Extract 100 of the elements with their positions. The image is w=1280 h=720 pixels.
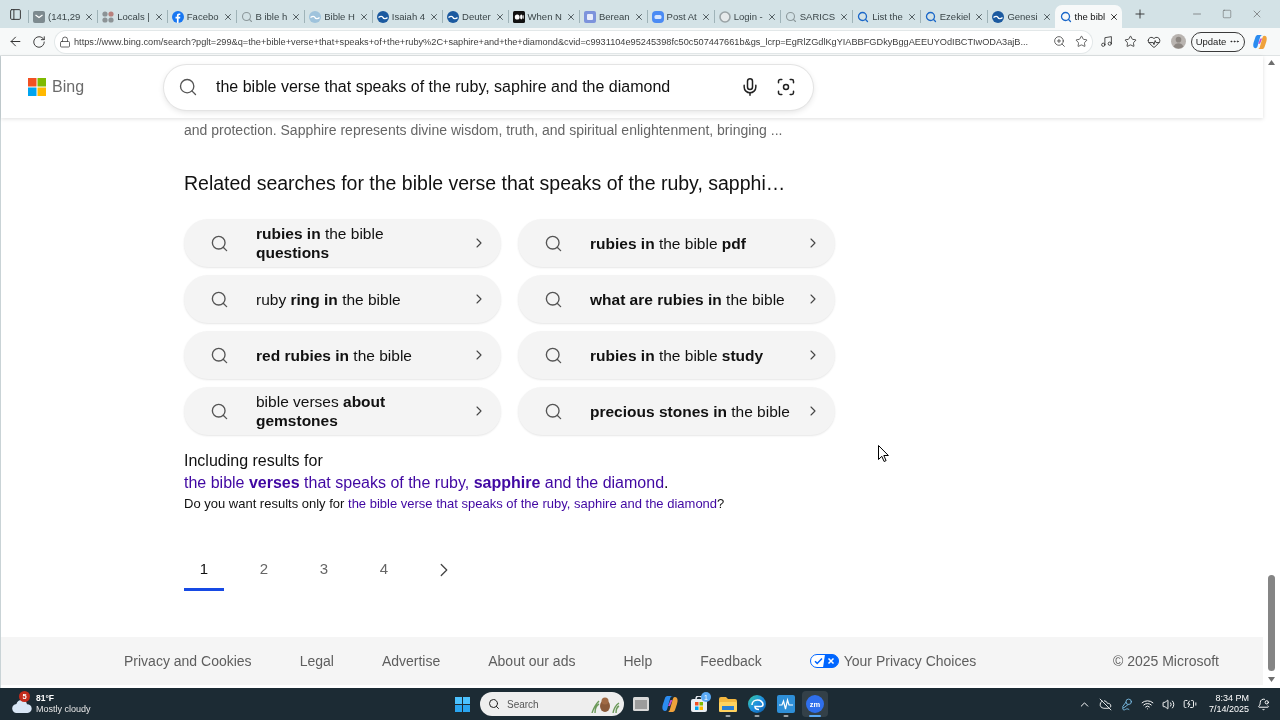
globe-icon: [309, 10, 322, 23]
browser-tab[interactable]: B ible h: [235, 5, 305, 28]
search-icon: [544, 401, 563, 421]
star-icon[interactable]: [1075, 35, 1088, 48]
page-link[interactable]: 1: [184, 556, 224, 591]
cloud-off-icon[interactable]: [1098, 697, 1112, 711]
browser-tab[interactable]: Locals |: [97, 5, 167, 28]
close-icon[interactable]: [839, 11, 850, 22]
favorites-icon[interactable]: [1123, 35, 1137, 48]
bubble-logo-icon: [651, 10, 664, 23]
mail-icon: [33, 10, 45, 23]
battery-icon[interactable]: [1182, 697, 1197, 711]
corrected-query-link[interactable]: the bible verses that speaks of the ruby, sapphire and the diamond: [184, 474, 665, 491]
close-icon[interactable]: [84, 11, 95, 22]
original-query-link[interactable]: the bible verse that speaks of the ruby, saphire and the diamond: [348, 496, 718, 511]
avatar-icon[interactable]: [1170, 34, 1186, 49]
page-link[interactable]: 3: [304, 556, 344, 591]
browser-tab[interactable]: Genesi: [987, 5, 1055, 28]
dots-icon: [102, 10, 115, 23]
browser-tab[interactable]: Berean: [578, 5, 647, 28]
footer-link[interactable]: Legal: [299, 653, 334, 669]
wave-logo-icon: [748, 695, 766, 713]
search-icon: [210, 289, 229, 309]
close-icon[interactable]: [291, 11, 302, 22]
footer-link[interactable]: Feedback: [700, 653, 762, 669]
down-arrow-icon: [1268, 677, 1275, 682]
related-search-link[interactable]: bible verses about gemstones: [184, 387, 501, 435]
close-icon[interactable]: [565, 11, 576, 22]
related-search-link[interactable]: ruby ring in the bible: [184, 275, 501, 323]
logo-text[interactable]: Bing: [52, 78, 85, 96]
clock-time[interactable]: 8:34 PM: [1215, 693, 1249, 704]
address-bar[interactable]: https://www.bing.com/search?pglt=299&q=the+bible+verse+that+speaks+of+the+ruby%2C+saphire+and+the+diamond&cvid=c9931104e95245398fc50c507447661b&gs_lcrp=EgRlZGdlKgYIABBFGDkyBggAEEUYOdIBCTIwODA3ajB...: [55, 30, 1092, 53]
round-logo-icon: [171, 10, 184, 23]
search-icon: [784, 10, 797, 23]
swirl-logo-icon[interactable]: [1252, 33, 1268, 50]
browser-tab[interactable]: Isaiah 4: [371, 5, 443, 28]
close-icon[interactable]: [1109, 11, 1120, 22]
related-search-link[interactable]: rubies in the bible questions: [184, 219, 501, 267]
visual-search-icon[interactable]: [776, 77, 796, 97]
browser-tab[interactable]: (141,29: [28, 5, 98, 28]
browser-tab[interactable]: SARICS: [779, 5, 853, 28]
clock-date[interactable]: 7/14/2025: [1208, 704, 1249, 715]
browser-tab[interactable]: Ezekiel: [919, 5, 988, 28]
footer-link[interactable]: Help: [623, 653, 653, 669]
browser-tab[interactable]: the bibl: [1054, 5, 1123, 28]
microphone-icon[interactable]: [740, 77, 760, 97]
four-squares-logo-icon: [28, 78, 46, 96]
related-search-link[interactable]: what are rubies in the bible: [518, 275, 835, 323]
search-box[interactable]: the bible verse that speaks of the ruby, saphire and the diamond: [164, 64, 813, 110]
close-icon[interactable]: [974, 11, 985, 22]
close-icon[interactable]: [429, 11, 440, 22]
search-icon: [924, 10, 937, 23]
zoom-icon[interactable]: [1053, 35, 1066, 48]
volume-icon[interactable]: [1161, 697, 1175, 711]
related-search-link[interactable]: rubies in the bible study: [518, 331, 835, 379]
cloud-icon[interactable]: [12, 700, 32, 713]
browser-tab[interactable]: List the: [852, 5, 920, 28]
close-icon[interactable]: [1041, 11, 1052, 22]
footer-link[interactable]: About our ads: [488, 653, 576, 669]
close-icon[interactable]: [494, 11, 505, 22]
lock-icon[interactable]: [59, 35, 71, 48]
search-icon: [544, 289, 563, 309]
close-icon[interactable]: [906, 11, 917, 22]
page-link[interactable]: 4: [364, 556, 404, 591]
close-icon[interactable]: [766, 11, 777, 22]
browser-tab[interactable]: When N: [507, 5, 579, 28]
browser-tab[interactable]: Bible H: [304, 5, 372, 28]
related-search-link[interactable]: rubies in the bible pdf: [518, 219, 835, 267]
note-icon[interactable]: [1099, 35, 1113, 48]
search-icon: [240, 10, 253, 23]
globe-icon: [447, 10, 460, 23]
taskbar-search-field[interactable]: Search: [480, 692, 624, 716]
close-icon[interactable]: [358, 11, 369, 22]
heart-pulse-icon[interactable]: [1147, 34, 1161, 49]
privacy-toggle-icon: [809, 654, 839, 668]
close-icon[interactable]: [700, 11, 711, 22]
page-link[interactable]: 2: [244, 556, 284, 591]
browser-tab[interactable]: Login -: [713, 5, 780, 28]
footer-link[interactable]: Advertise: [381, 653, 441, 669]
wifi-icon[interactable]: [1140, 697, 1154, 711]
related-search-link[interactable]: red rubies in the bible: [184, 331, 501, 379]
notification-bell-icon[interactable]: [1257, 697, 1270, 711]
related-search-link[interactable]: precious stones in the bible: [518, 387, 835, 435]
swirl-logo-icon: [661, 695, 679, 713]
browser-tab[interactable]: Post At: [646, 5, 714, 28]
search-icon: [488, 698, 500, 710]
browser-tab[interactable]: Facebo: [166, 5, 236, 28]
folder-icon: [719, 696, 737, 712]
browser-tab[interactable]: Deuter: [442, 5, 508, 28]
temperature-text: 81°F: [36, 693, 56, 704]
related-searches-heading: Related searches for the bible verse that speaks of the ruby, sapphi…: [184, 171, 786, 196]
refresh-icon[interactable]: [32, 34, 46, 49]
start-icon: [454, 696, 470, 712]
scroll-thumb[interactable]: [1268, 575, 1275, 671]
privacy-choices-link[interactable]: Your Privacy Choices: [809, 653, 977, 669]
close-icon[interactable]: [633, 11, 644, 22]
footer-link[interactable]: Privacy and Cookies: [124, 653, 252, 669]
panel-icon[interactable]: [8, 7, 22, 21]
close-icon[interactable]: [222, 11, 233, 22]
close-icon[interactable]: [153, 11, 164, 22]
